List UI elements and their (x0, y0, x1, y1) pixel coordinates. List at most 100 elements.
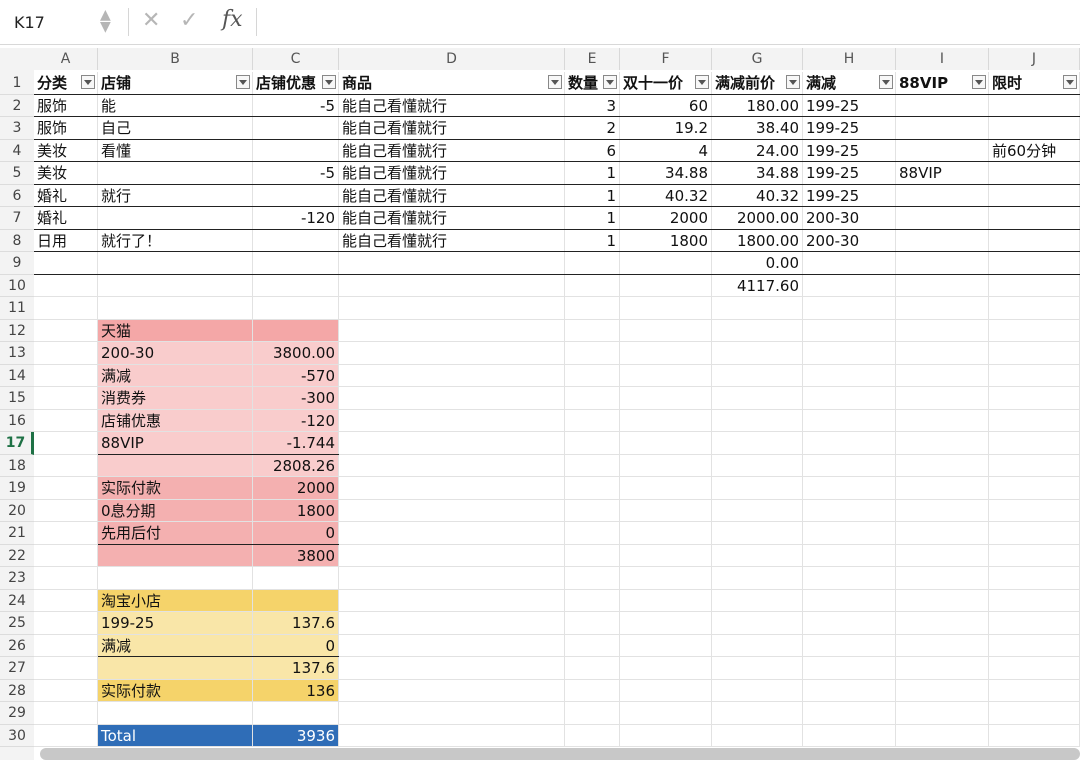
empty-cell[interactable] (339, 454, 565, 477)
empty-cell[interactable] (989, 387, 1080, 410)
empty-cell[interactable] (989, 319, 1080, 342)
table-cell[interactable]: 1 (565, 207, 620, 230)
table-cell[interactable]: 能 (98, 94, 253, 117)
empty-cell[interactable] (712, 387, 803, 410)
empty-cell[interactable] (253, 702, 339, 725)
block-value[interactable]: 2000 (253, 477, 339, 500)
block-title[interactable]: 天猫 (98, 319, 253, 342)
empty-cell[interactable] (339, 364, 565, 387)
empty-cell[interactable] (989, 522, 1080, 545)
table-cell[interactable]: 能自己看懂就行 (339, 184, 565, 207)
empty-cell[interactable] (565, 499, 620, 522)
block-title-filler[interactable] (253, 319, 339, 342)
row-header-1[interactable]: 1 (0, 72, 34, 95)
empty-cell[interactable] (896, 522, 989, 545)
empty-cell[interactable] (712, 544, 803, 567)
table-cell[interactable]: 180.00 (712, 94, 803, 117)
table-cell[interactable]: 1800 (620, 229, 712, 252)
empty-cell[interactable] (620, 544, 712, 567)
function-icon[interactable]: fx (222, 7, 243, 32)
table-cell[interactable] (253, 274, 339, 297)
row-header-30[interactable]: 30 (0, 725, 34, 747)
name-box[interactable]: K17 (14, 13, 45, 32)
block-value[interactable]: 1800 (253, 499, 339, 522)
empty-cell[interactable] (339, 297, 565, 320)
empty-cell[interactable] (620, 454, 712, 477)
table-cell[interactable] (896, 274, 989, 297)
filter-dropdown-icon[interactable] (1063, 75, 1077, 89)
empty-cell[interactable] (565, 342, 620, 365)
empty-cell[interactable] (34, 342, 98, 365)
table-cell[interactable]: 0.00 (712, 252, 803, 275)
table-cell[interactable]: 美妆 (34, 139, 98, 162)
header-cell[interactable]: 限时 (989, 72, 1080, 95)
spreadsheet-grid[interactable]: ABCDEFGHIJ 1 2 3 4 5 6 7 8 9 10 11 12 13 14 15 16 17 18 19… (0, 48, 1080, 760)
row-header-15[interactable]: 15 (0, 387, 34, 410)
table-cell[interactable] (98, 274, 253, 297)
empty-cell[interactable] (803, 454, 896, 477)
empty-cell[interactable] (620, 342, 712, 365)
empty-cell[interactable] (620, 387, 712, 410)
table-cell[interactable] (896, 184, 989, 207)
empty-cell[interactable] (803, 657, 896, 680)
empty-cell[interactable] (620, 567, 712, 590)
table-cell[interactable] (253, 184, 339, 207)
empty-cell[interactable] (34, 702, 98, 725)
row-header-25[interactable]: 25 (0, 612, 34, 635)
empty-cell[interactable] (565, 544, 620, 567)
empty-cell[interactable] (339, 432, 565, 455)
table-cell[interactable] (896, 117, 989, 140)
empty-cell[interactable] (712, 657, 803, 680)
table-cell[interactable]: 服饰 (34, 117, 98, 140)
empty-cell[interactable] (565, 724, 620, 747)
block-label[interactable]: 88VIP (98, 432, 253, 455)
empty-cell[interactable] (896, 342, 989, 365)
empty-cell[interactable] (712, 297, 803, 320)
empty-cell[interactable] (620, 432, 712, 455)
empty-cell[interactable] (803, 522, 896, 545)
table-cell[interactable] (989, 207, 1080, 230)
block-value[interactable]: -120 (253, 409, 339, 432)
empty-cell[interactable] (620, 409, 712, 432)
empty-cell[interactable] (712, 364, 803, 387)
filter-dropdown-icon[interactable] (786, 75, 800, 89)
empty-cell[interactable] (803, 724, 896, 747)
table-cell[interactable]: 婚礼 (34, 207, 98, 230)
table-cell[interactable] (896, 229, 989, 252)
empty-cell[interactable] (565, 297, 620, 320)
empty-cell[interactable] (712, 702, 803, 725)
header-cell[interactable]: 店铺优惠 (253, 72, 339, 95)
row-header-29[interactable]: 29 (0, 702, 34, 725)
empty-cell[interactable] (712, 432, 803, 455)
row-header-12[interactable]: 12 (0, 320, 34, 342)
table-cell[interactable] (253, 139, 339, 162)
table-cell[interactable] (98, 252, 253, 275)
column-header-h[interactable]: H (803, 48, 896, 70)
table-cell[interactable] (896, 139, 989, 162)
table-cell[interactable] (989, 184, 1080, 207)
table-cell[interactable] (98, 207, 253, 230)
empty-cell[interactable] (339, 544, 565, 567)
filter-dropdown-icon[interactable] (548, 75, 562, 89)
empty-cell[interactable] (989, 477, 1080, 500)
block-value[interactable]: 0 (253, 522, 339, 545)
empty-cell[interactable] (989, 589, 1080, 612)
table-cell[interactable] (896, 252, 989, 275)
empty-cell[interactable] (989, 702, 1080, 725)
empty-cell[interactable] (339, 522, 565, 545)
filter-dropdown-icon[interactable] (236, 75, 250, 89)
table-cell[interactable] (34, 274, 98, 297)
name-box-stepper-icon[interactable]: ▲ ▼ (100, 8, 111, 34)
table-cell[interactable]: 能自己看懂就行 (339, 117, 565, 140)
empty-cell[interactable] (620, 499, 712, 522)
table-cell[interactable] (989, 252, 1080, 275)
empty-cell[interactable] (712, 724, 803, 747)
empty-cell[interactable] (620, 612, 712, 635)
empty-cell[interactable] (565, 454, 620, 477)
table-cell[interactable] (989, 94, 1080, 117)
table-cell[interactable]: 24.00 (712, 139, 803, 162)
empty-cell[interactable] (565, 679, 620, 702)
block-label[interactable] (98, 544, 253, 567)
table-cell[interactable] (989, 117, 1080, 140)
empty-cell[interactable] (989, 297, 1080, 320)
